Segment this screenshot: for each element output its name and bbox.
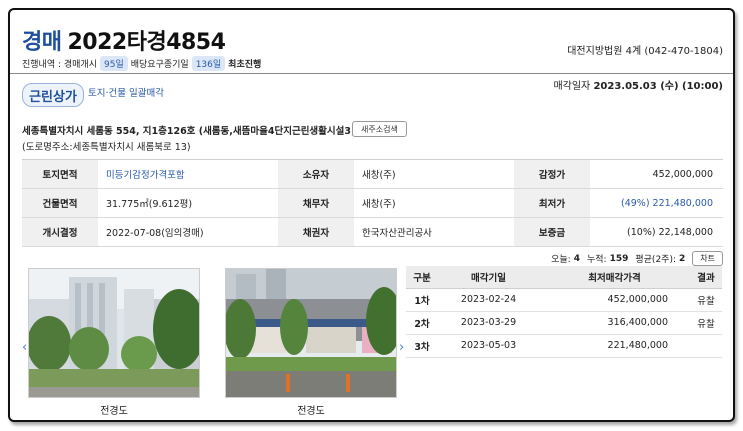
new-address-search-button[interactable]: 새주소검색 — [352, 121, 407, 137]
rounds-row: 3차 2023-05-03 221,480,000 — [406, 334, 722, 358]
use-type-badge: 근린상가 — [22, 83, 84, 107]
rounds-cell: 유찰 — [689, 311, 722, 335]
info-label: 개시결정 — [22, 217, 98, 247]
property-photo-1[interactable] — [28, 268, 200, 398]
photo-caption-1: 전경도 — [100, 406, 128, 417]
today-label: 오늘: — [551, 255, 571, 265]
rounds-row: 1차 2023-02-24 452,000,000 유찰 — [406, 288, 722, 312]
auction-rounds-table: 구분 매각기일 최저매각가격 결과 1차 2023-02-24 452,000,000 유찰… — [406, 266, 722, 358]
rounds-cell: 3차 — [406, 334, 438, 358]
progress-label: 진행내역 : 경매개시 — [22, 60, 97, 70]
rounds-column-header: 결과 — [689, 266, 722, 289]
info-value: 452,000,000 — [590, 159, 723, 189]
info-value: 새창(주) — [354, 188, 514, 218]
sale-date: 매각일자 2023.05.03 (수) (10:00) — [553, 77, 723, 92]
info-value: (49%) 221,480,000 — [590, 188, 723, 218]
rounds-column-header: 최저매각가격 — [539, 266, 690, 289]
info-label: 토지면적 — [22, 159, 98, 189]
progress-history: 진행내역 : 경매개시 95일 배당요구종기일 136일 최초진행 — [22, 56, 261, 71]
today-count: 4 — [573, 253, 580, 264]
dividend-days-badge: 136일 — [191, 56, 226, 71]
info-label: 채권자 — [278, 217, 354, 247]
info-value: 새창(주) — [354, 159, 514, 189]
info-value: 31.775㎡(9.612평) — [98, 188, 278, 218]
sale-type: 토지·건물 일괄매각 — [88, 88, 164, 99]
property-info-table: 토지면적 미등기감정가격포함 소유자 새창(주) 감정가 452,000,000 건물면적 3… — [22, 159, 723, 247]
avg-count: 2 — [679, 253, 686, 264]
rounds-row: 2차 2023-03-29 316,400,000 유찰 — [406, 311, 722, 335]
avg-label: 평균(2주): — [635, 255, 676, 265]
info-label: 소유자 — [278, 159, 354, 189]
progress-status: 최초진행 — [228, 60, 262, 70]
rounds-cell: 2차 — [406, 311, 438, 335]
case-number: 2022타경4854 — [67, 30, 226, 55]
info-value[interactable]: 미등기감정가격포함 — [98, 159, 278, 189]
info-value: 2022-07-08(임의경매) — [98, 217, 278, 247]
chart-button[interactable]: 차트 — [692, 251, 723, 266]
case-kind: 경매 — [22, 30, 62, 55]
rounds-cell: 452,000,000 — [539, 288, 690, 312]
photo-caption-2: 전경도 — [297, 406, 325, 417]
info-value: (10%) 22,148,000 — [590, 217, 723, 247]
header-divider — [10, 73, 733, 74]
rounds-column-header: 구분 — [406, 266, 438, 289]
case-title: 경매 2022타경4854 — [22, 24, 226, 56]
rounds-cell: 316,400,000 — [539, 311, 690, 335]
property-photo-2[interactable] — [225, 268, 397, 398]
info-label: 보증금 — [514, 217, 590, 247]
sale-date-label: 매각일자 — [553, 81, 591, 92]
rounds-cell: 221,480,000 — [539, 334, 690, 358]
rounds-cell: 2023-03-29 — [438, 311, 540, 335]
info-label: 채무자 — [278, 188, 354, 218]
info-row: 개시결정 2022-07-08(임의경매) 채권자 한국자산관리공사 보증금 (10%) … — [22, 217, 723, 247]
info-label: 최저가 — [514, 188, 590, 218]
total-label: 누적: — [586, 255, 607, 265]
info-row: 건물면적 31.775㎡(9.612평) 채무자 새창(주) 최저가 (49%) 221,… — [22, 188, 723, 218]
sale-date-value: 2023.05.03 (수) (10:00) — [593, 81, 723, 92]
road-address: (도로명주소:세종특별자치시 새롬북로 13) — [22, 142, 191, 153]
info-label: 건물면적 — [22, 188, 98, 218]
info-row: 토지면적 미등기감정가격포함 소유자 새창(주) 감정가 452,000,000 — [22, 159, 723, 189]
progress-days-badge: 95일 — [100, 56, 128, 71]
info-value: 한국자산관리공사 — [354, 217, 514, 247]
rounds-cell: 1차 — [406, 288, 438, 312]
rounds-column-header: 매각기일 — [438, 266, 540, 289]
total-count: 159 — [609, 253, 629, 264]
property-address: 세종특별자치시 세롬동 554, 지1층126호 (새롬동,새뜸마을4단지근린생… — [22, 126, 356, 137]
photo-next-arrow-icon[interactable]: › — [399, 340, 404, 355]
photo-prev-arrow-icon[interactable]: ‹ — [22, 340, 27, 355]
info-label: 감정가 — [514, 159, 590, 189]
auction-detail-panel: 경매 2022타경4854 대전지방법원 4계 (042-470-1804) 진행… — [8, 8, 735, 422]
rounds-cell: 2023-02-24 — [438, 288, 540, 312]
court-info: 대전지방법원 4계 (042-470-1804) — [567, 46, 723, 57]
progress-mid-label: 배당요구종기일 — [130, 60, 189, 70]
view-stats: 오늘: 4 누적: 159 평균(2주): 2 차트 — [551, 251, 723, 266]
rounds-cell: 2023-05-03 — [438, 334, 540, 358]
rounds-cell — [689, 334, 722, 358]
rounds-cell: 유찰 — [689, 288, 722, 312]
